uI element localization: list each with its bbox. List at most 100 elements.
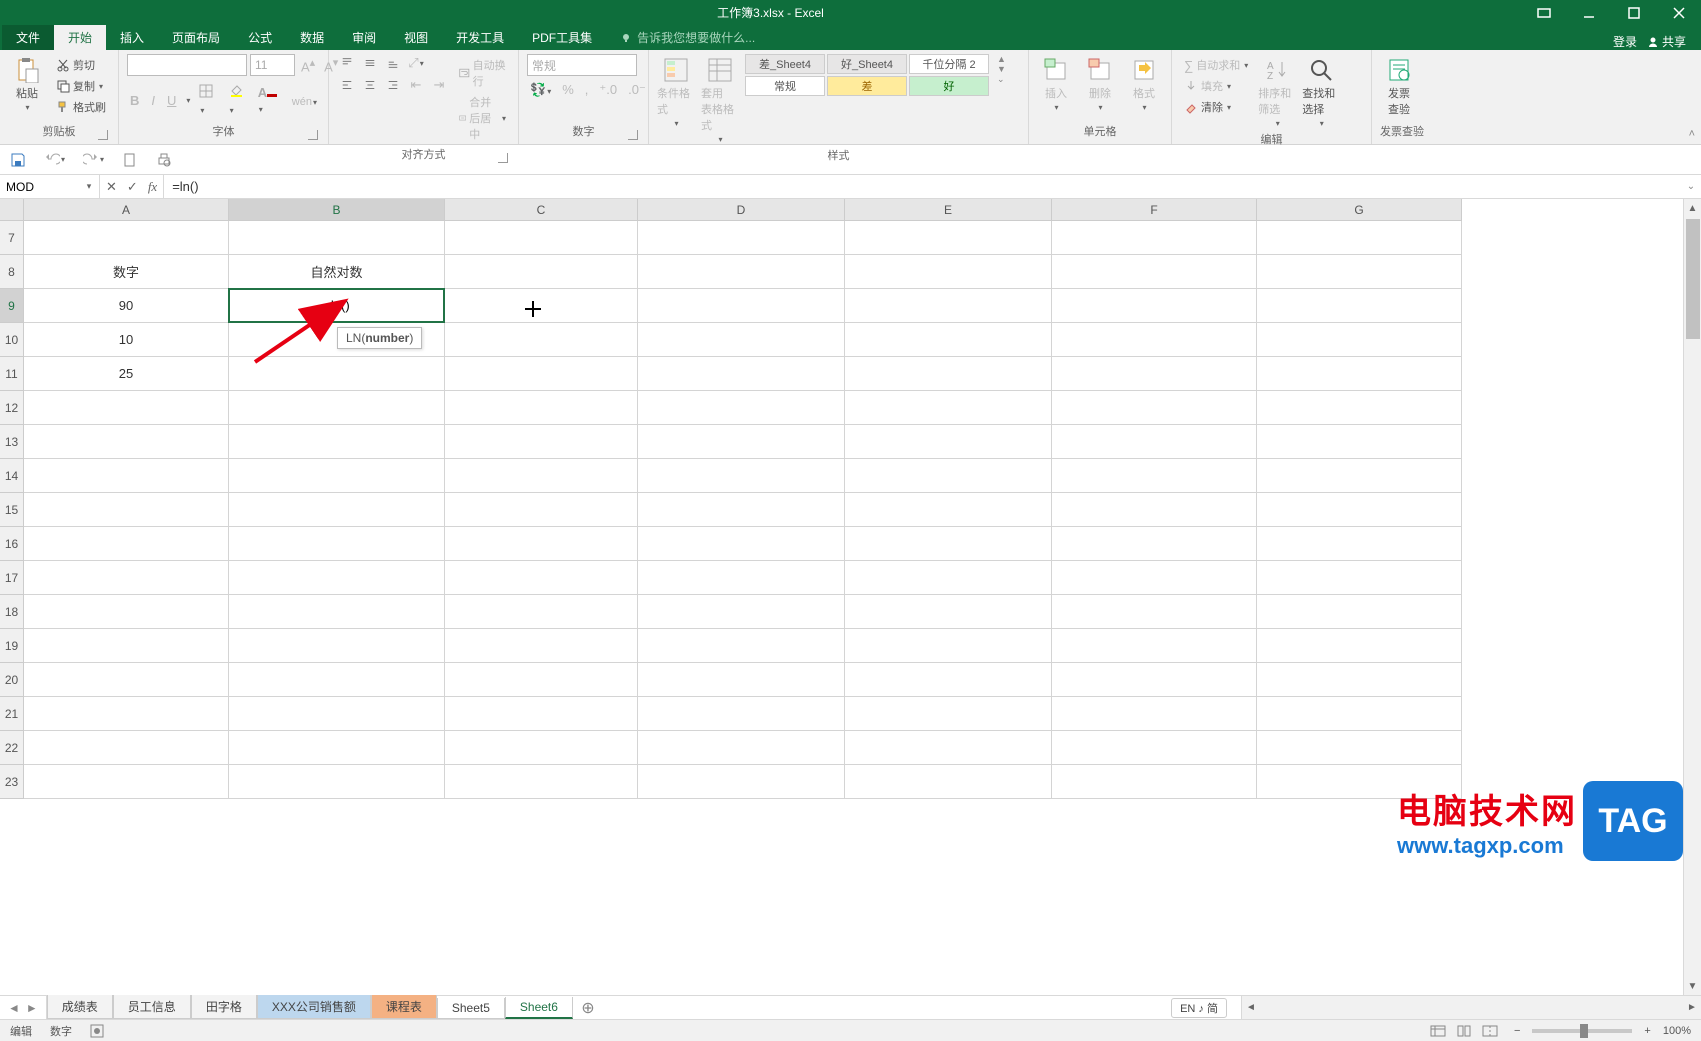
page-break-view-button[interactable] <box>1478 1022 1502 1040</box>
scroll-thumb[interactable] <box>1686 219 1700 339</box>
gallery-down-icon[interactable]: ▼ <box>997 64 1006 74</box>
tab-page-layout[interactable]: 页面布局 <box>158 25 234 50</box>
borders-button[interactable]: ▾ <box>196 82 219 118</box>
style-thousand[interactable]: 千位分隔 2 <box>909 54 989 74</box>
cell-D14[interactable] <box>638 459 845 493</box>
align-middle-button[interactable] <box>360 54 380 72</box>
cell-A10[interactable]: 10 <box>24 323 229 357</box>
insert-cells-button[interactable]: 插入▾ <box>1037 54 1075 112</box>
cell-E12[interactable] <box>845 391 1052 425</box>
sheet-nav-prev-icon[interactable]: ◄ <box>8 1001 20 1015</box>
cell-F9[interactable] <box>1052 289 1257 323</box>
cell-B14[interactable] <box>229 459 445 493</box>
column-header-A[interactable]: A <box>24 199 229 221</box>
cell-G7[interactable] <box>1257 221 1462 255</box>
cell-D19[interactable] <box>638 629 845 663</box>
cell-E14[interactable] <box>845 459 1052 493</box>
sort-filter-button[interactable]: AZ排序和筛选▾ <box>1258 54 1296 128</box>
style-bad-sheet4[interactable]: 差_Sheet4 <box>745 54 825 74</box>
column-header-F[interactable]: F <box>1052 199 1257 221</box>
cell-C14[interactable] <box>445 459 638 493</box>
tab-file[interactable]: 文件 <box>2 25 54 50</box>
row-header-14[interactable]: 14 <box>0 459 24 493</box>
zoom-slider[interactable] <box>1532 1029 1632 1033</box>
cell-A20[interactable] <box>24 663 229 697</box>
format-painter-button[interactable]: 格式刷 <box>52 98 110 116</box>
italic-button[interactable]: I <box>148 91 158 110</box>
cell-C7[interactable] <box>445 221 638 255</box>
cell-A12[interactable] <box>24 391 229 425</box>
cell-D7[interactable] <box>638 221 845 255</box>
cell-E22[interactable] <box>845 731 1052 765</box>
font-size-selector[interactable] <box>250 54 295 76</box>
cell-D15[interactable] <box>638 493 845 527</box>
share-button[interactable]: 共享 <box>1647 33 1686 50</box>
cell-B12[interactable] <box>229 391 445 425</box>
cell-E23[interactable] <box>845 765 1052 799</box>
tab-developer[interactable]: 开发工具 <box>442 25 518 50</box>
cell-D18[interactable] <box>638 595 845 629</box>
find-select-button[interactable]: 查找和选择▾ <box>1302 54 1340 128</box>
cell-C23[interactable] <box>445 765 638 799</box>
ime-indicator[interactable]: EN ♪ 简 <box>1171 998 1227 1018</box>
tab-insert[interactable]: 插入 <box>106 25 158 50</box>
bold-button[interactable]: B <box>127 91 142 110</box>
tab-formulas[interactable]: 公式 <box>234 25 286 50</box>
format-cells-button[interactable]: 格式▾ <box>1125 54 1163 112</box>
cell-C17[interactable] <box>445 561 638 595</box>
style-good-sheet4[interactable]: 好_Sheet4 <box>827 54 907 74</box>
cell-G16[interactable] <box>1257 527 1462 561</box>
minimize-button[interactable] <box>1566 0 1611 25</box>
cell-B22[interactable] <box>229 731 445 765</box>
normal-view-button[interactable] <box>1426 1022 1450 1040</box>
sheet-tab-课程表[interactable]: 课程表 <box>371 995 437 1019</box>
cell-D16[interactable] <box>638 527 845 561</box>
tab-view[interactable]: 视图 <box>390 25 442 50</box>
cut-button[interactable]: 剪切 <box>52 56 110 74</box>
cell-B18[interactable] <box>229 595 445 629</box>
style-good[interactable]: 好 <box>909 76 989 96</box>
cell-C8[interactable] <box>445 255 638 289</box>
cell-F21[interactable] <box>1052 697 1257 731</box>
invoice-verify-button[interactable]: 发票 查验 <box>1380 54 1418 117</box>
fill-color-button[interactable]: ▾ <box>226 82 249 118</box>
ribbon-options-button[interactable] <box>1521 0 1566 25</box>
align-bottom-button[interactable] <box>383 54 403 72</box>
cell-G22[interactable] <box>1257 731 1462 765</box>
cell-B19[interactable] <box>229 629 445 663</box>
row-header-23[interactable]: 23 <box>0 765 24 799</box>
cell-E15[interactable] <box>845 493 1052 527</box>
page-layout-view-button[interactable] <box>1452 1022 1476 1040</box>
cell-C12[interactable] <box>445 391 638 425</box>
cell-F22[interactable] <box>1052 731 1257 765</box>
cell-F18[interactable] <box>1052 595 1257 629</box>
cell-F15[interactable] <box>1052 493 1257 527</box>
cell-C9[interactable] <box>445 289 638 323</box>
comma-button[interactable]: , <box>582 80 592 100</box>
cell-E8[interactable] <box>845 255 1052 289</box>
cell-G11[interactable] <box>1257 357 1462 391</box>
cell-D11[interactable] <box>638 357 845 391</box>
select-all-corner[interactable] <box>0 199 24 221</box>
cell-A21[interactable] <box>24 697 229 731</box>
tab-review[interactable]: 审阅 <box>338 25 390 50</box>
hscroll-left-button[interactable]: ◄ <box>1242 996 1260 1019</box>
cell-C18[interactable] <box>445 595 638 629</box>
row-header-21[interactable]: 21 <box>0 697 24 731</box>
redo-button[interactable]: ▾ <box>83 152 104 168</box>
font-name-selector[interactable] <box>127 54 247 76</box>
cell-E21[interactable] <box>845 697 1052 731</box>
sheet-tab-田字格[interactable]: 田字格 <box>191 995 257 1019</box>
sheet-tab-Sheet5[interactable]: Sheet5 <box>437 998 505 1019</box>
close-button[interactable] <box>1656 0 1701 25</box>
cell-D9[interactable] <box>638 289 845 323</box>
cell-B13[interactable] <box>229 425 445 459</box>
currency-button[interactable]: 💱▾ <box>527 80 554 100</box>
cell-B11[interactable] <box>229 357 445 391</box>
cell-D12[interactable] <box>638 391 845 425</box>
cell-A7[interactable] <box>24 221 229 255</box>
cell-D21[interactable] <box>638 697 845 731</box>
row-header-8[interactable]: 8 <box>0 255 24 289</box>
phonetic-button[interactable]: wén▾ <box>289 91 320 110</box>
cells-area[interactable]: 数字自然对数901025 <box>24 221 1462 799</box>
